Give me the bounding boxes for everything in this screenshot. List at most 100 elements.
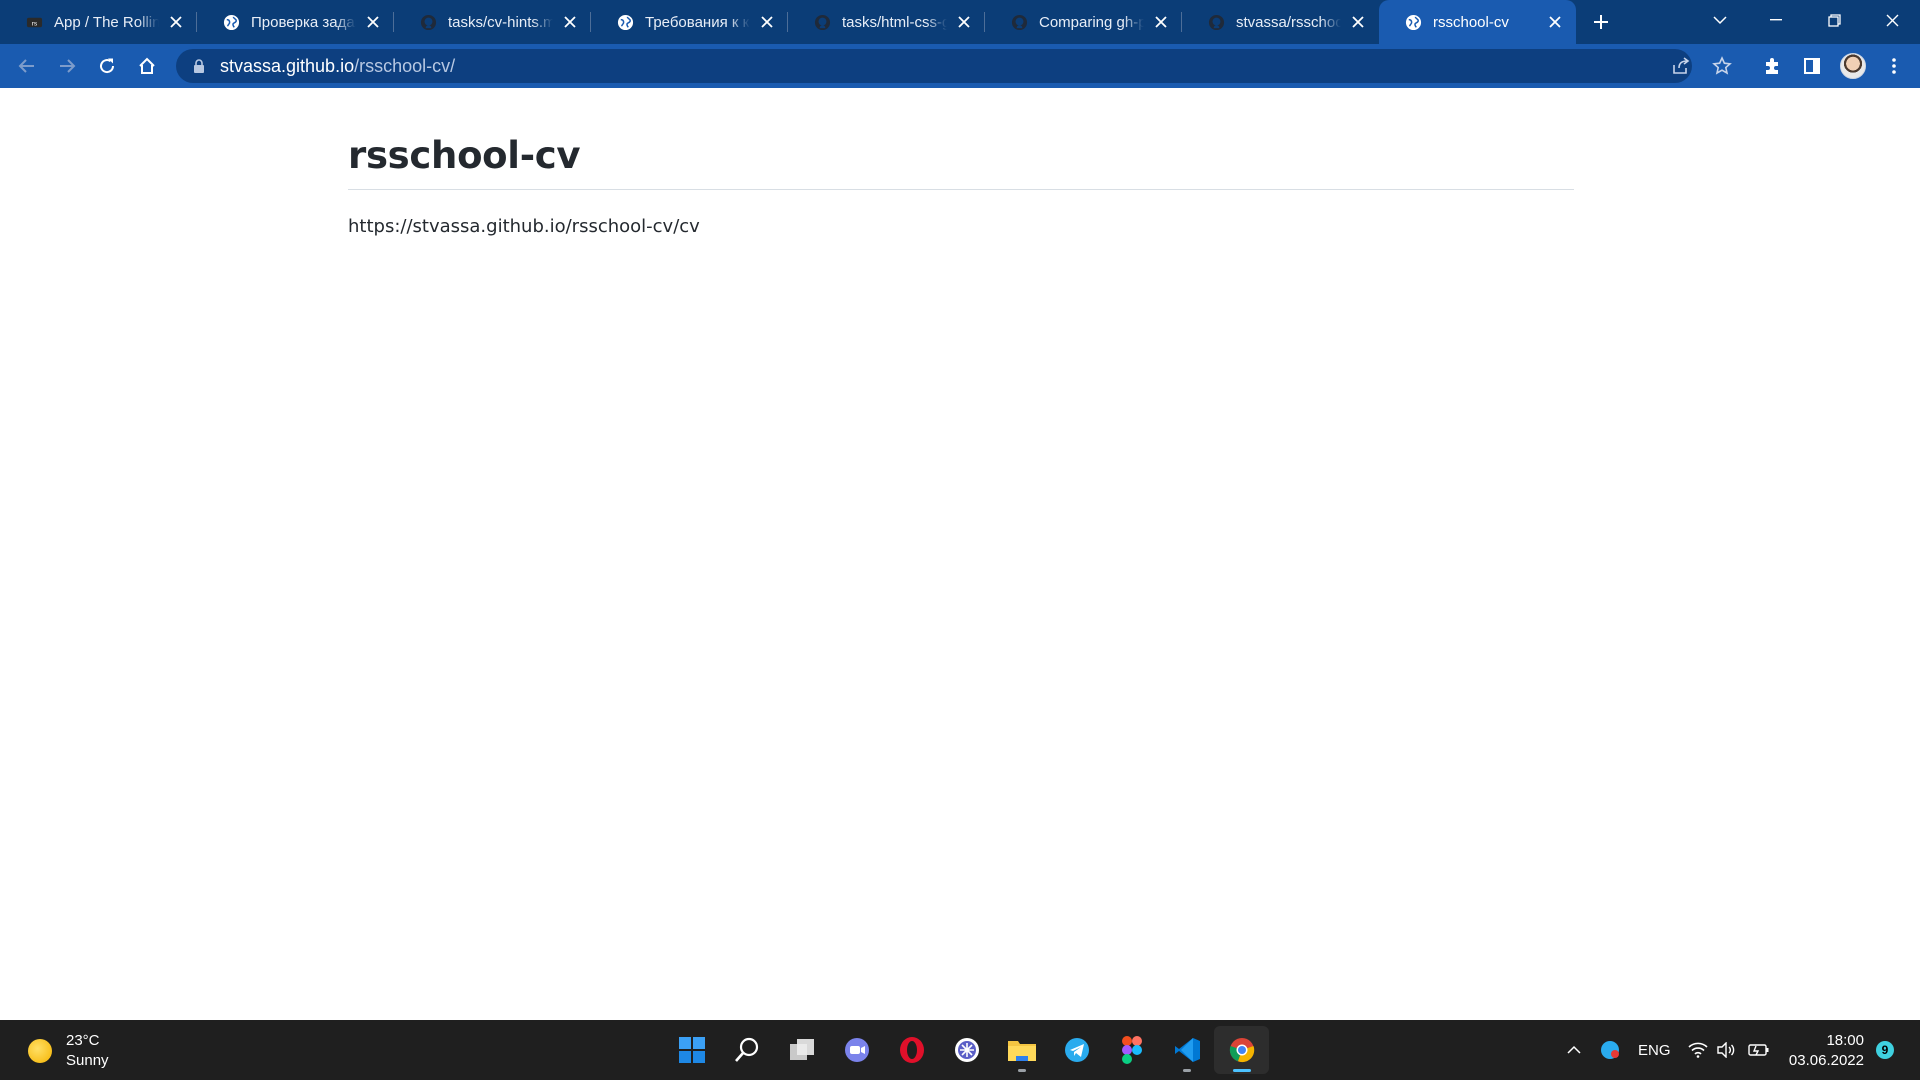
file-explorer-app[interactable] <box>994 1026 1049 1074</box>
tab-cv-hints[interactable]: tasks/cv-hints.md <box>394 0 591 44</box>
star-app[interactable] <box>939 1026 994 1074</box>
chat-app[interactable] <box>829 1026 884 1074</box>
github-icon <box>420 14 437 30</box>
clock[interactable]: 18:00 03.06.2022 <box>1788 1031 1864 1071</box>
battery-button[interactable] <box>1748 1020 1770 1080</box>
close-icon[interactable] <box>1150 11 1172 33</box>
weather-condition: Sunny <box>66 1052 109 1069</box>
taskbar-apps <box>664 1026 1269 1074</box>
clock-time: 18:00 <box>1826 1032 1864 1049</box>
chrome-app[interactable] <box>1214 1026 1269 1074</box>
task-view-icon <box>789 1039 814 1060</box>
profile-avatar[interactable] <box>1840 53 1866 79</box>
tab-title: tasks/cv-hints.md <box>448 13 553 31</box>
github-icon <box>1011 14 1028 30</box>
url-path: /rsschool-cv/ <box>354 55 456 76</box>
volume-button[interactable] <box>1716 1020 1736 1080</box>
minimize-icon <box>1770 19 1782 21</box>
url-text[interactable]: stvassa.github.io/rsschool-cv/ <box>220 56 455 77</box>
cv-link[interactable]: https://stvassa.github.io/rsschool-cv/cv <box>348 216 700 237</box>
opera-icon <box>899 1037 924 1063</box>
close-icon[interactable] <box>1347 11 1369 33</box>
share-button[interactable] <box>1664 49 1698 83</box>
home-button[interactable] <box>130 49 164 83</box>
arrow-right-icon <box>60 59 76 73</box>
restore-icon <box>1827 13 1841 27</box>
minimize-button[interactable] <box>1748 0 1804 40</box>
tab-title: Проверка задания <box>251 13 356 31</box>
star-icon <box>1712 56 1732 75</box>
tray-app-icon <box>1601 1041 1619 1059</box>
github-icon <box>1208 14 1225 30</box>
tab-search-button[interactable] <box>1692 0 1748 40</box>
chevron-up-icon <box>1567 1045 1581 1054</box>
globe-icon <box>223 14 240 30</box>
new-tab-button[interactable] <box>1580 0 1622 44</box>
running-indicator <box>1182 1069 1191 1072</box>
browser-toolbar: stvassa.github.io/rsschool-cv/ <box>0 44 1920 88</box>
url-host: stvassa.github.io <box>220 55 355 76</box>
vscode-icon <box>1174 1038 1200 1062</box>
wifi-icon <box>1688 1042 1708 1058</box>
close-icon[interactable] <box>165 11 187 33</box>
tab-proverka[interactable]: Проверка задания <box>197 0 394 44</box>
wifi-button[interactable] <box>1688 1020 1708 1080</box>
tab-title: stvassa/rsschool-cv <box>1236 13 1341 31</box>
tab-trebovaniya[interactable]: Требования к контенту <box>591 0 788 44</box>
side-panel-button[interactable] <box>1795 49 1829 83</box>
weather-widget[interactable]: 23°C Sunny <box>28 1031 109 1071</box>
home-icon <box>139 57 155 74</box>
telegram-app[interactable] <box>1049 1026 1104 1074</box>
volume-icon <box>1717 1042 1735 1058</box>
close-icon[interactable] <box>559 11 581 33</box>
tab-title: Comparing gh-pages <box>1039 13 1144 31</box>
teams-chat-icon <box>844 1038 869 1062</box>
running-indicator <box>1232 1069 1251 1072</box>
file-explorer-icon <box>1007 1041 1036 1061</box>
plus-icon <box>1594 15 1608 29</box>
tab-title: App / The Rolling Scopes <box>54 13 159 31</box>
tab-rsschool-cv[interactable]: rsschool-cv <box>1379 0 1576 44</box>
show-hidden-icons-button[interactable] <box>1566 1020 1582 1080</box>
task-view-button[interactable] <box>774 1026 829 1074</box>
chevron-down-icon <box>1713 16 1727 25</box>
vscode-app[interactable] <box>1159 1026 1214 1074</box>
search-icon <box>734 1037 758 1062</box>
puzzle-icon <box>1766 58 1778 74</box>
side-panel-icon <box>1804 58 1820 74</box>
forward-button[interactable] <box>50 49 84 83</box>
close-icon[interactable] <box>362 11 384 33</box>
search-button[interactable] <box>719 1026 774 1074</box>
tray-app-button[interactable] <box>1600 1020 1620 1080</box>
close-icon[interactable] <box>1544 11 1566 33</box>
back-button[interactable] <box>10 49 44 83</box>
restore-button[interactable] <box>1806 0 1862 40</box>
reload-button[interactable] <box>90 49 124 83</box>
chrome-icon <box>1229 1038 1254 1063</box>
figma-icon <box>1121 1036 1142 1064</box>
page-content: rsschool-cv https://stvassa.github.io/rs… <box>348 88 1574 237</box>
tab-html-css-git[interactable]: tasks/html-css-git <box>788 0 985 44</box>
figma-app[interactable] <box>1104 1026 1159 1074</box>
extensions-button[interactable] <box>1755 49 1789 83</box>
weather-temperature: 23°C <box>66 1032 100 1049</box>
opera-app[interactable] <box>884 1026 939 1074</box>
language-indicator[interactable]: ENG <box>1638 1020 1671 1080</box>
arrow-left-icon <box>18 59 34 73</box>
menu-button[interactable] <box>1877 49 1911 83</box>
close-icon[interactable] <box>953 11 975 33</box>
battery-icon <box>1748 1044 1769 1056</box>
lock-icon[interactable] <box>192 59 206 73</box>
address-bar[interactable]: stvassa.github.io/rsschool-cv/ <box>176 49 1692 83</box>
close-window-button[interactable] <box>1864 0 1920 40</box>
notification-badge[interactable]: 9 <box>1876 1041 1894 1059</box>
bookmark-button[interactable] <box>1705 49 1739 83</box>
tab-comparing-gh-pages[interactable]: Comparing gh-pages <box>985 0 1182 44</box>
tab-rolling-scopes[interactable]: rs App / The Rolling Scopes <box>0 0 197 44</box>
start-icon <box>678 1037 705 1063</box>
start-button[interactable] <box>664 1026 719 1074</box>
running-indicator <box>1017 1069 1026 1072</box>
app-icon <box>954 1038 979 1062</box>
close-icon[interactable] <box>756 11 778 33</box>
tab-stvassa-rsschool-cv[interactable]: stvassa/rsschool-cv <box>1182 0 1379 44</box>
